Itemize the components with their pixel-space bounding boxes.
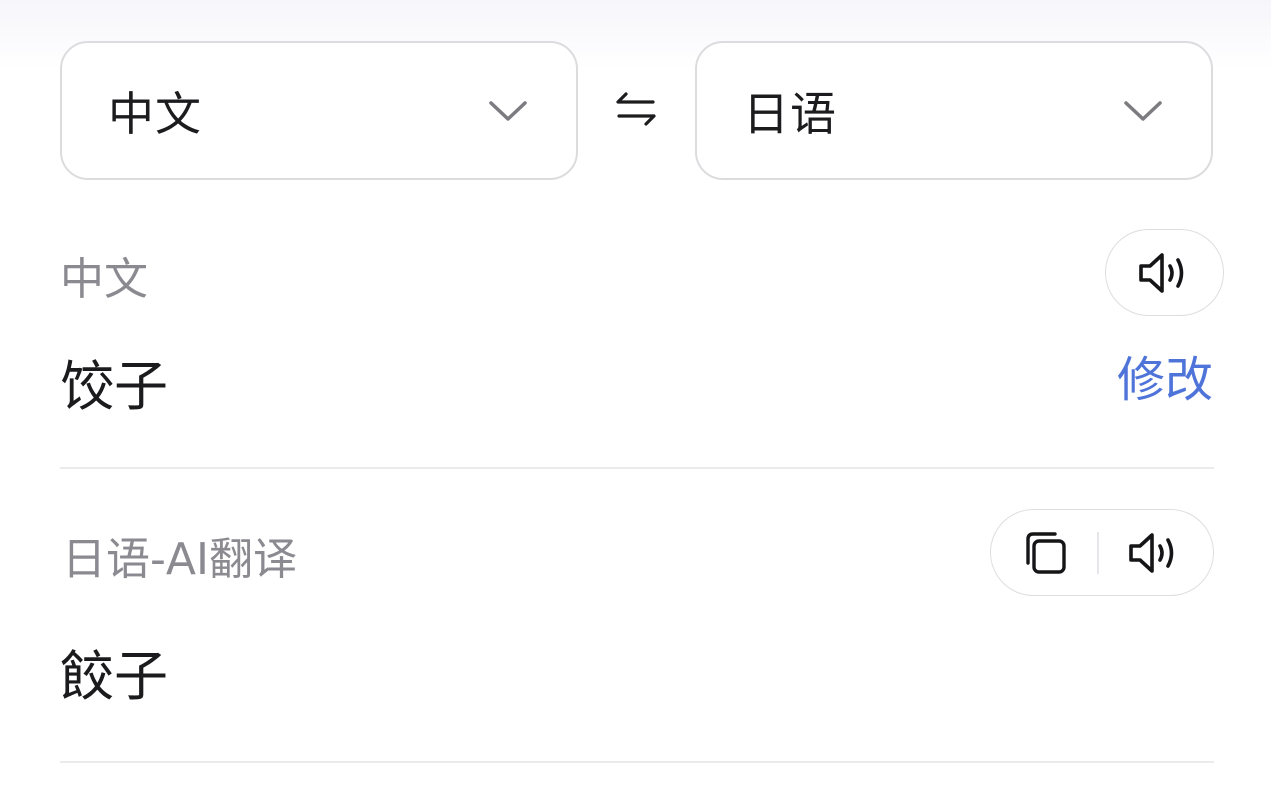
chevron-down-icon [489,100,527,121]
source-text[interactable]: 饺子 [60,342,168,421]
speaker-icon [1137,249,1193,297]
copy-button[interactable] [1021,529,1069,577]
language-bar: 中文 日语 [60,41,1214,180]
copy-icon [1026,531,1066,574]
result-text[interactable]: 餃子 [60,632,168,711]
action-separator [1097,531,1099,574]
source-speak-button[interactable] [1105,229,1224,316]
divider [60,467,1214,469]
swap-languages-icon[interactable] [614,87,658,131]
edit-source-link[interactable]: 修改 [1117,340,1213,410]
source-section-label: 中文 [60,254,148,305]
target-language-select[interactable]: 日语 [695,41,1213,180]
result-speak-button[interactable] [1127,529,1183,577]
source-language-select[interactable]: 中文 [60,41,578,180]
target-language-label: 日语 [743,86,837,141]
chevron-down-icon [1124,100,1162,121]
source-language-label: 中文 [108,86,202,141]
divider [60,761,1214,763]
speaker-icon [1129,532,1174,573]
result-section-label: 日语-AI翻译 [62,534,297,585]
result-actions [990,509,1214,596]
